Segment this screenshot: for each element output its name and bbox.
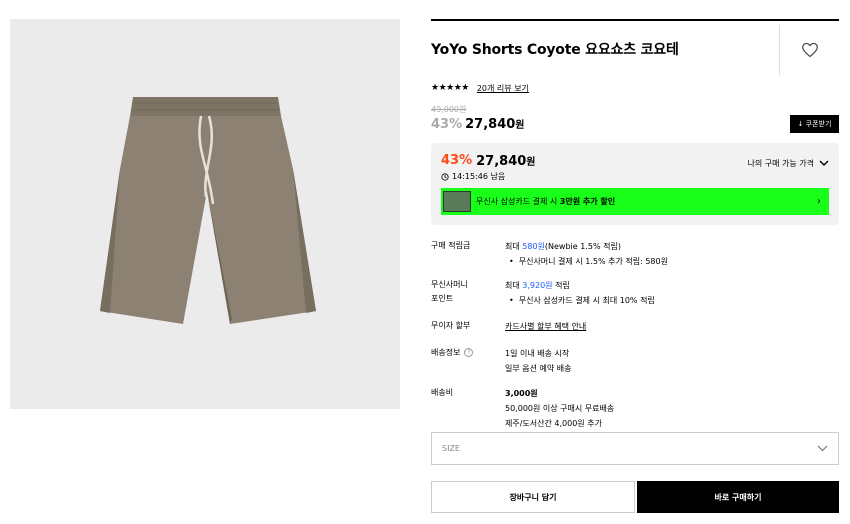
- clock-icon: [441, 172, 449, 181]
- review-link[interactable]: 20개 리뷰 보기: [477, 83, 529, 94]
- shipping-info-row: 배송정보? 1일 이내 배송 시작 일부 옵션 예약 배송: [431, 346, 839, 376]
- timer: 14:15:46 남음: [441, 171, 829, 182]
- chevron-down-icon: [819, 160, 829, 166]
- title-row: YoYo Shorts Coyote 요요쇼츠 코요테: [431, 21, 839, 75]
- shipping-free-condition: 50,000원 이상 구매시 무료배송: [505, 404, 615, 413]
- money-points-label: 무신사머니포인트: [431, 278, 505, 308]
- coupon-button[interactable]: ↓ 쿠폰받기: [790, 115, 839, 133]
- points-suffix: (Newbie 1.5% 적립): [544, 242, 621, 251]
- my-price-number: 27,840: [476, 153, 527, 169]
- product-title: YoYo Shorts Coyote 요요쇼츠 코요테: [431, 42, 679, 58]
- money-label-line1: 무신사머니: [431, 280, 468, 289]
- money-points-value: 최대 3,920원 적립 무신사 삼성카드 결제 시 최대 10% 적립: [505, 278, 839, 308]
- shipping-fee-amount: 3,000원: [505, 389, 538, 398]
- timer-text: 14:15:46 남음: [452, 172, 506, 181]
- shipping-info-label: 배송정보?: [431, 346, 505, 376]
- shipping-info-value: 1일 이내 배송 시작 일부 옵션 예약 배송: [505, 346, 839, 376]
- chevron-down-icon: [817, 445, 828, 452]
- installment-label: 무이자 할부: [431, 321, 471, 330]
- original-price: 49,000원: [431, 105, 467, 114]
- shipping-fee-value: 3,000원 50,000원 이상 구매시 무료배송 제주/도서산간 4,000…: [505, 386, 839, 431]
- price-row: 43% 27,840원 ↓ 쿠폰받기: [431, 115, 839, 133]
- money-points-row: 무신사머니포인트 최대 3,920원 적립 무신사 삼성카드 결제 시 최대 1…: [431, 278, 839, 308]
- buy-now-button[interactable]: 바로 구매하기: [637, 481, 839, 513]
- points-amount: 580원: [522, 242, 545, 251]
- points-bullet: 무신사머니 결제 시 1.5% 추가 적립: 580원: [505, 254, 839, 269]
- shorts-illustration: [10, 19, 400, 409]
- sale-price-value: 27,840: [465, 117, 516, 132]
- shipping-info-label-text: 배송정보: [431, 348, 461, 357]
- money-prefix: 최대: [505, 281, 523, 290]
- installment-link[interactable]: 카드사별 할부 혜택 안내: [505, 319, 839, 334]
- shipping-fee-row: 배송비 3,000원 50,000원 이상 구매시 무료배송 제주/도서산간 4…: [431, 386, 839, 431]
- card-thumbnail: [443, 191, 471, 212]
- installment-row: 무이자 할부 카드사별 할부 혜택 안내: [431, 319, 839, 334]
- my-price-discount: 43%: [441, 153, 473, 168]
- points-label: 구매 적립금: [431, 241, 471, 250]
- product-details: 구매 적립금 최대 580원(Newbie 1.5% 적립) 무신사머니 결제 …: [431, 239, 839, 431]
- money-label-line2: 포인트: [431, 294, 454, 303]
- my-price-value: 27,840원: [476, 153, 535, 169]
- add-to-cart-button[interactable]: 장바구니 담기: [431, 481, 635, 513]
- discount-rate: 43%: [431, 116, 463, 132]
- sale-price: 27,840원: [465, 116, 524, 132]
- chevron-right-icon: ›: [817, 196, 821, 207]
- sale-price-won: 원: [515, 120, 525, 131]
- shipping-info-line1: 1일 이내 배송 시작: [505, 349, 570, 358]
- product-image[interactable]: [10, 19, 400, 409]
- rating-row: ★★★★★ 20개 리뷰 보기: [431, 81, 839, 95]
- star-rating-icons: ★★★★★: [431, 83, 469, 93]
- money-amount: 3,920원: [522, 281, 553, 290]
- shipping-info-line2: 일부 옵션 예약 배송: [505, 364, 572, 373]
- money-bullet: 무신사 삼성카드 결제 시 최대 10% 적립: [505, 293, 839, 308]
- product-info-panel: YoYo Shorts Coyote 요요쇼츠 코요테 ★★★★★ 20개 리뷰…: [431, 19, 839, 431]
- card-promo-banner[interactable]: 무신사 삼성카드 결제 시 3만원 추가 할인 ›: [441, 188, 829, 215]
- help-icon[interactable]: ?: [464, 348, 474, 357]
- card-promo-prefix: 무신사 삼성카드 결제 시: [476, 197, 560, 206]
- my-price-toggle[interactable]: 나의 구매 가능 가격: [747, 158, 829, 169]
- points-row: 구매 적립금 최대 580원(Newbie 1.5% 적립) 무신사머니 결제 …: [431, 239, 839, 269]
- card-promo-bold: 3만원 추가 할인: [559, 197, 616, 206]
- size-select-placeholder: SIZE: [442, 444, 460, 453]
- points-prefix: 최대: [505, 242, 523, 251]
- my-price-won: 원: [526, 156, 536, 168]
- my-price-row: 43% 27,840원 나의 구매 가능 가격: [441, 152, 829, 169]
- heart-icon: [801, 42, 818, 58]
- money-suffix: 적립: [552, 281, 570, 290]
- points-value: 최대 580원(Newbie 1.5% 적립) 무신사머니 결제 시 1.5% …: [505, 239, 839, 269]
- shipping-fee-label: 배송비: [431, 388, 454, 397]
- my-price-box: 43% 27,840원 나의 구매 가능 가격 14:15:46 남음 무신사 …: [431, 143, 839, 225]
- card-promo-text: 무신사 삼성카드 결제 시 3만원 추가 할인: [476, 196, 615, 207]
- like-button[interactable]: [779, 25, 839, 75]
- size-select[interactable]: SIZE: [431, 432, 839, 465]
- shipping-island-fee: 제주/도서산간 4,000원 추가: [505, 419, 602, 428]
- my-price-label: 나의 구매 가능 가격: [747, 159, 814, 168]
